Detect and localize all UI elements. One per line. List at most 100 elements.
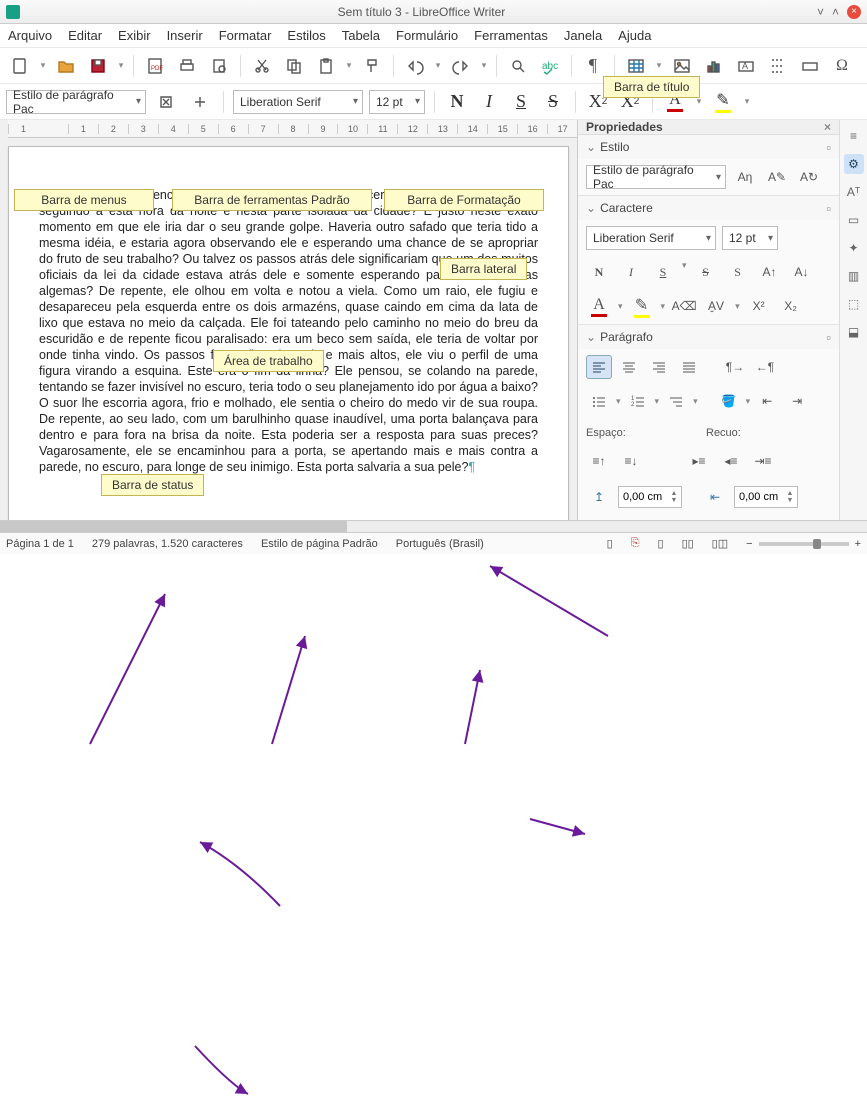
panel-char-head[interactable]: Caractere▫ <box>578 196 839 220</box>
menu-ajuda[interactable]: Ajuda <box>618 28 651 43</box>
indent-before-icon[interactable]: ⇤ <box>702 485 728 509</box>
status-language[interactable]: Português (Brasil) <box>396 538 484 550</box>
sb-subscript[interactable]: X₂ <box>778 294 804 318</box>
sidebar-parastyle-combo[interactable]: Estilo de parágrafo Pac <box>586 165 726 189</box>
insert-pagebreak-icon[interactable] <box>764 52 792 80</box>
print-preview-icon[interactable] <box>205 52 233 80</box>
menu-estilos[interactable]: Estilos <box>287 28 325 43</box>
spellcheck-icon[interactable]: abc <box>536 52 564 80</box>
text-rtl-icon[interactable]: ←¶ <box>752 355 778 379</box>
sb-char-spacing-icon[interactable]: A͍V <box>703 294 729 318</box>
redo-icon[interactable] <box>447 52 475 80</box>
zoom-control[interactable]: − + <box>746 538 861 550</box>
bold-button[interactable]: N <box>444 89 470 115</box>
redo-dropdown[interactable]: ▾ <box>479 60 489 71</box>
indent-after-icon[interactable]: ⇥ <box>702 519 728 520</box>
new-style-icon[interactable] <box>186 88 214 116</box>
status-sign-icon[interactable]: ⎘ <box>631 537 640 550</box>
strike-button[interactable]: S <box>540 89 566 115</box>
panel-style-more-icon[interactable]: ▫ <box>826 140 831 155</box>
sb-increase-size[interactable]: A↑ <box>757 260 783 284</box>
clone-format-icon[interactable] <box>358 52 386 80</box>
bg-color-icon[interactable]: 🪣 <box>716 389 742 413</box>
new-icon[interactable] <box>6 52 34 80</box>
open-icon[interactable] <box>52 52 80 80</box>
undo-dropdown[interactable]: ▾ <box>433 60 443 71</box>
maximize-icon[interactable]: ˄ <box>832 5 839 19</box>
sidebar-changes-icon[interactable]: ⬓ <box>844 322 864 342</box>
number-list-icon[interactable]: 12 <box>625 389 651 413</box>
menu-inserir[interactable]: Inserir <box>167 28 203 43</box>
status-view-book-icon[interactable]: ▯◫ <box>712 537 728 550</box>
style-edit-icon[interactable]: Aη <box>732 165 758 189</box>
indent-dec2-icon[interactable]: ◂≡ <box>718 449 744 473</box>
menu-formulario[interactable]: Formulário <box>396 28 458 43</box>
highlight-dropdown[interactable]: ▾ <box>742 96 752 107</box>
new-dropdown[interactable]: ▾ <box>38 60 48 71</box>
sb-bold[interactable]: N <box>586 260 612 284</box>
print-icon[interactable] <box>173 52 201 80</box>
copy-icon[interactable] <box>280 52 308 80</box>
underline-button[interactable]: S <box>508 89 534 115</box>
sidebar-inspect-icon[interactable]: ⬚ <box>844 294 864 314</box>
panel-char-more-icon[interactable]: ▫ <box>826 201 831 216</box>
menu-exibir[interactable]: Exibir <box>118 28 151 43</box>
paste-icon[interactable] <box>312 52 340 80</box>
sb-underline[interactable]: S <box>650 260 676 284</box>
style-new-icon[interactable]: A✎ <box>764 165 790 189</box>
align-right-icon[interactable] <box>646 355 672 379</box>
firstline-icon[interactable]: ⇥≡ <box>750 449 776 473</box>
space-before-input[interactable]: ▲▼ <box>618 486 682 508</box>
outline-list-icon[interactable] <box>663 389 689 413</box>
undo-icon[interactable] <box>401 52 429 80</box>
indent-left-input[interactable]: ▲▼ <box>734 486 798 508</box>
sb-decrease-size[interactable]: A↓ <box>789 260 815 284</box>
insert-specialchar-icon[interactable]: Ω <box>828 52 856 80</box>
font-size-combo[interactable]: 12 pt <box>369 90 425 114</box>
sidebar-close-icon[interactable]: × <box>824 120 831 134</box>
zoom-slider[interactable] <box>759 542 849 546</box>
menu-editar[interactable]: Editar <box>68 28 102 43</box>
indent-inc2-icon[interactable]: ▸≡ <box>686 449 712 473</box>
sidebar-styles-icon[interactable]: Aᵀ <box>844 182 864 202</box>
panel-para-head[interactable]: Parágrafo▫ <box>578 325 839 349</box>
close-icon[interactable]: × <box>847 5 861 19</box>
horizontal-ruler[interactable]: 11234567891011121314151617 <box>8 120 577 138</box>
zoom-in-icon[interactable]: + <box>855 538 861 550</box>
menu-arquivo[interactable]: Arquivo <box>8 28 52 43</box>
status-view-multi-icon[interactable]: ▯▯ <box>682 537 694 550</box>
insert-chart-icon[interactable] <box>700 52 728 80</box>
font-name-combo[interactable]: Liberation Serif <box>233 90 363 114</box>
highlight-button[interactable]: ✎ <box>710 89 736 115</box>
sb-italic[interactable]: I <box>618 260 644 284</box>
sidebar-menu-icon[interactable]: ≡ <box>844 126 864 146</box>
sidebar-size-combo[interactable]: 12 pt <box>722 226 778 250</box>
table-dropdown[interactable]: ▾ <box>654 60 664 71</box>
sidebar-gallery-icon[interactable]: ▭ <box>844 210 864 230</box>
sidebar-properties-icon[interactable]: ⚙ <box>844 154 864 174</box>
sidebar-page-icon[interactable]: ▥ <box>844 266 864 286</box>
sb-superscript[interactable]: X² <box>746 294 772 318</box>
align-center-icon[interactable] <box>616 355 642 379</box>
bullet-list-icon[interactable] <box>586 389 612 413</box>
update-style-icon[interactable] <box>152 88 180 116</box>
status-insert-icon[interactable]: ▯ <box>607 537 613 550</box>
space-below-icon[interactable]: ↧ <box>586 519 612 520</box>
para-style-combo[interactable]: Estilo de parágrafo Pac <box>6 90 146 114</box>
menu-tabela[interactable]: Tabela <box>342 28 380 43</box>
menu-janela[interactable]: Janela <box>564 28 602 43</box>
sidebar-navigator-icon[interactable]: ✦ <box>844 238 864 258</box>
status-wordcount[interactable]: 279 palavras, 1.520 caracteres <box>92 538 243 550</box>
indent-inc-icon[interactable]: ⇥ <box>784 389 810 413</box>
insert-textbox-icon[interactable]: A <box>732 52 760 80</box>
align-left-icon[interactable] <box>586 355 612 379</box>
space-dec-icon[interactable]: ≡↓ <box>618 449 644 473</box>
align-justify-icon[interactable] <box>676 355 702 379</box>
save-icon[interactable] <box>84 52 112 80</box>
space-inc-icon[interactable]: ≡↑ <box>586 449 612 473</box>
horizontal-scrollbar[interactable] <box>0 520 867 532</box>
status-view-single-icon[interactable]: ▯ <box>658 537 664 550</box>
sb-font-color[interactable]: A <box>586 294 612 318</box>
italic-button[interactable]: I <box>476 89 502 115</box>
sb-clear-format-icon[interactable]: A⌫ <box>671 294 697 318</box>
